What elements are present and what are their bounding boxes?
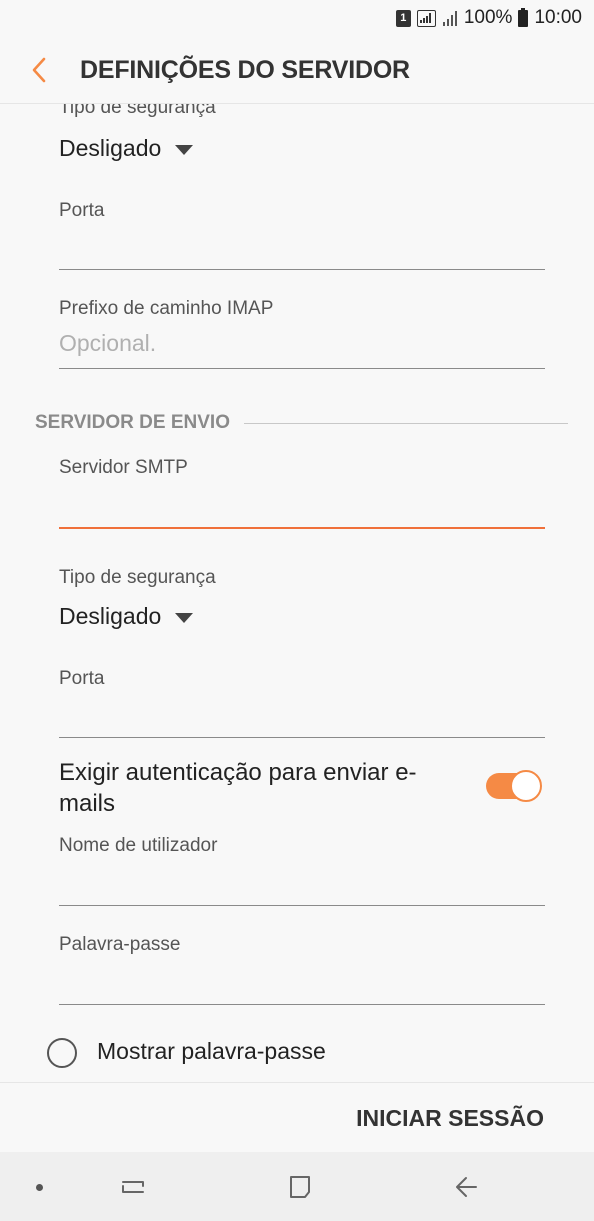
outgoing-port-input[interactable] (59, 698, 545, 736)
home-icon[interactable] (283, 1170, 317, 1204)
sim-icon: 1 (395, 9, 411, 27)
dot-icon[interactable] (36, 1184, 43, 1191)
incoming-port-label: Porta (59, 200, 105, 221)
smtp-server-input[interactable] (59, 488, 545, 526)
login-button[interactable]: INICIAR SESSÃO (356, 1105, 544, 1132)
outgoing-port-underline (59, 737, 545, 738)
section-divider (243, 422, 568, 424)
bottom-action-bar: INICIAR SESSÃO (0, 1082, 594, 1152)
chevron-left-icon (32, 57, 46, 83)
incoming-port-input[interactable] (59, 230, 545, 268)
signal-box-icon (416, 9, 436, 27)
require-auth-toggle[interactable] (486, 770, 542, 802)
outgoing-section-header: SERVIDOR DE ENVIO (35, 412, 568, 434)
outgoing-security-dropdown[interactable]: Desligado (59, 603, 194, 630)
username-label: Nome de utilizador (59, 835, 218, 856)
username-underline (59, 905, 545, 906)
outgoing-security-label: Tipo de segurança (59, 567, 216, 588)
battery-icon (518, 7, 529, 27)
back-icon[interactable] (450, 1170, 484, 1204)
status-bar: 1 100% 10:00 (0, 0, 594, 36)
clock: 10:00 (534, 7, 582, 28)
imap-prefix-underline (59, 368, 545, 369)
outgoing-section-title: SERVIDOR DE ENVIO (35, 412, 230, 433)
username-input[interactable] (59, 866, 545, 904)
app-bar: DEFINIÇÕES DO SERVIDOR (0, 36, 594, 104)
recent-apps-icon[interactable] (116, 1170, 150, 1204)
navigation-bar (0, 1152, 594, 1221)
screen: 1 100% 10:00 DEFINIÇÕES DO SERVIDOR Tipo… (0, 0, 594, 1221)
imap-prefix-label: Prefixo de caminho IMAP (59, 298, 274, 319)
toggle-thumb (510, 770, 542, 802)
password-underline (59, 1004, 545, 1005)
incoming-security-dropdown[interactable]: Desligado (59, 135, 194, 162)
incoming-security-value: Desligado (59, 135, 162, 161)
battery-percent: 100% (463, 7, 513, 28)
imap-prefix-input[interactable]: Opcional. (59, 330, 156, 357)
outgoing-port-label: Porta (59, 668, 105, 689)
smtp-server-label: Servidor SMTP (59, 457, 188, 478)
incoming-security-label: Tipo de segurança (59, 104, 216, 118)
password-input[interactable] (59, 965, 545, 1003)
password-label: Palavra-passe (59, 934, 181, 955)
dropdown-arrow-icon (175, 144, 194, 155)
dropdown-arrow-icon (175, 612, 194, 623)
page-title: DEFINIÇÕES DO SERVIDOR (80, 56, 410, 84)
back-button[interactable] (24, 52, 54, 88)
outgoing-security-value: Desligado (59, 603, 162, 629)
incoming-port-underline (59, 269, 545, 270)
settings-form[interactable]: Tipo de segurança Desligado Porta Prefix… (0, 104, 594, 1082)
require-auth-label: Exigir autenticação para enviar e-mails (59, 759, 417, 817)
smtp-server-underline (59, 527, 545, 529)
show-password-checkbox[interactable] (47, 1038, 77, 1068)
signal-icon (442, 10, 458, 27)
show-password-label[interactable]: Mostrar palavra-passe (97, 1038, 326, 1065)
